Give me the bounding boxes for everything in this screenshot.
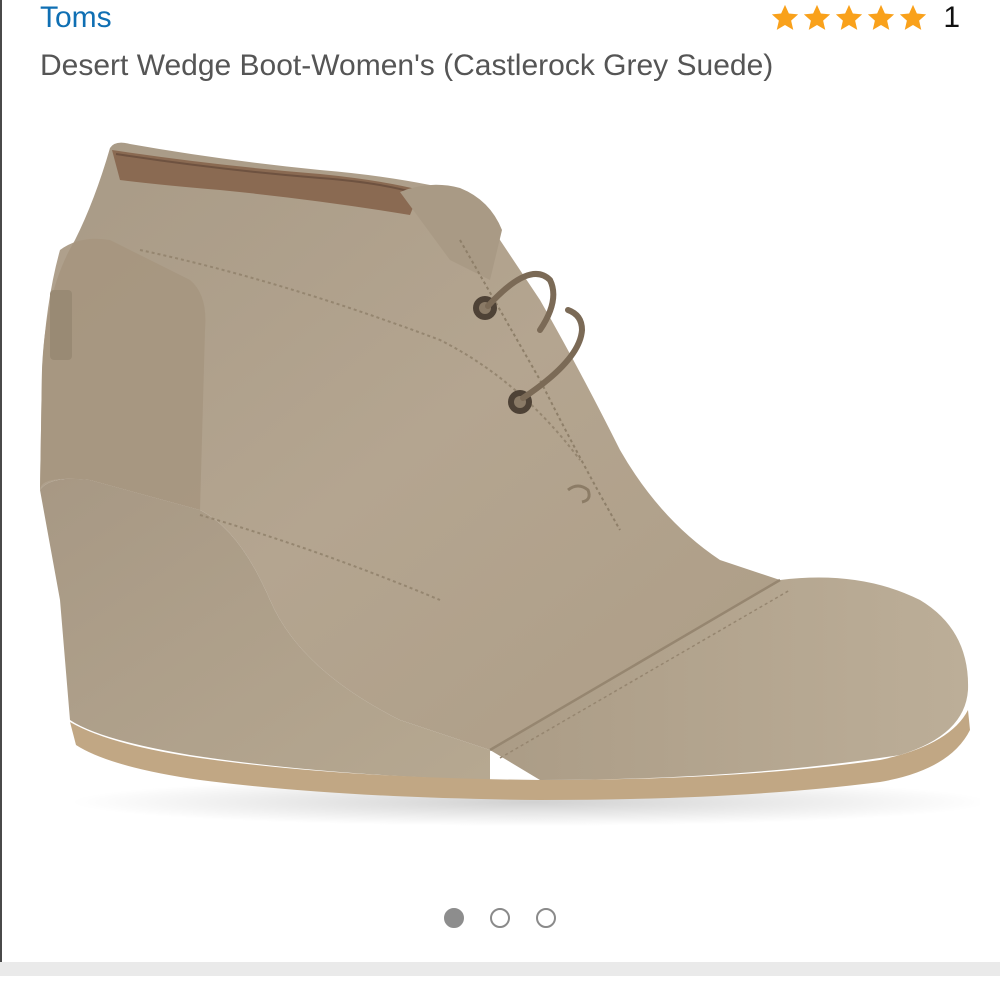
rating-summary[interactable]: 1	[769, 0, 960, 36]
star-icon	[868, 4, 895, 30]
star-icon	[804, 4, 831, 30]
left-edge-border	[0, 0, 2, 962]
star-icon	[772, 4, 799, 30]
carousel-dot-1[interactable]	[444, 908, 464, 928]
brand-link[interactable]: Toms	[40, 0, 112, 38]
product-image[interactable]	[20, 130, 980, 830]
image-carousel-indicator	[0, 908, 1000, 928]
carousel-dot-2[interactable]	[490, 908, 510, 928]
carousel-dot-3[interactable]	[536, 908, 556, 928]
rating-count: 1	[943, 1, 960, 34]
star-icon	[836, 4, 863, 30]
product-title: Desert Wedge Boot-Women's (Castlerock Gr…	[40, 49, 774, 82]
star-icon	[900, 4, 927, 30]
star-rating	[769, 3, 929, 33]
section-divider	[0, 962, 1000, 976]
